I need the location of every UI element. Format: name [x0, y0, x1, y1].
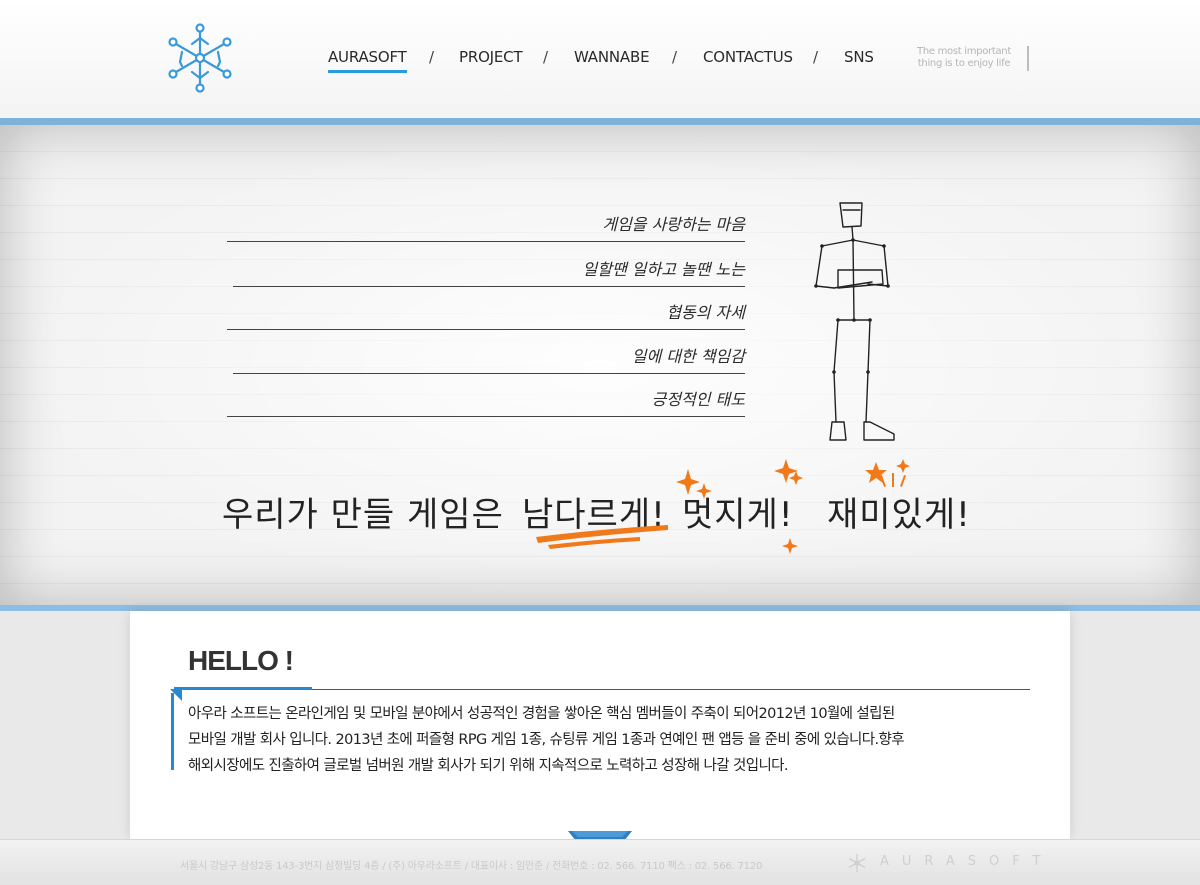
slogan-part-3: 멋지게!: [682, 495, 794, 535]
intro-section: HELLO ! 아우라 소프트는 온라인게임 및 모바일 분야에서 성공적인 경…: [130, 611, 1070, 839]
section-title: HELLO !: [188, 645, 294, 676]
slogan-part-4: 재미있게!: [827, 495, 971, 535]
footer-address: 서울시 강남구 삼성2동 143-3번지 삼정빌딩 4층 / (주) 아우라소프…: [180, 861, 763, 872]
burst-line: [900, 475, 906, 487]
site-footer: 서울시 강남구 삼성2동 143-3번지 삼정빌딩 4층 / (주) 아우라소프…: [0, 839, 1200, 885]
motto-item: 일할땐 일하고 놀땐 노는: [233, 257, 745, 287]
burst-line: [892, 473, 894, 487]
footer-brand: AURASOFT: [880, 854, 1054, 869]
sparkle-icon: [789, 471, 803, 485]
star-icon: [865, 462, 887, 483]
intro-line: 해외시장에도 진출하여 글로벌 넘버원 개발 회사가 되기 위해 지속적으로 노…: [188, 758, 789, 774]
hero-top-border: [0, 118, 1200, 125]
nav-separator: /: [543, 48, 549, 66]
nav-item-wannabe[interactable]: WANNABE: [574, 48, 650, 66]
slogan-part-1: 우리가 만들 게임은: [222, 495, 504, 535]
nav-item-project[interactable]: PROJECT: [459, 48, 523, 66]
slogan-part-2: 남다르게!: [522, 495, 666, 535]
sparkle-icon: [896, 459, 910, 473]
hero-banner: 게임을 사랑하는 마음 일할땐 일하고 놀땐 노는 협동의 자세 일에 대한 책…: [0, 125, 1200, 605]
slogan: 우리가 만들 게임은 남다르게! 멋지게! 재미있게!: [222, 487, 982, 547]
tagline-line-1: The most important: [917, 46, 1011, 57]
motto-item: 일에 대한 책임감: [233, 344, 745, 374]
nav-item-contactus[interactable]: CONTACTUS: [703, 48, 793, 66]
aurasoft-logo-icon[interactable]: [166, 22, 234, 94]
motto-item: 게임을 사랑하는 마음: [227, 212, 745, 242]
footer-logo-icon: [848, 854, 866, 872]
sparkle-icon: [774, 459, 798, 483]
stick-figure-illustration: [814, 202, 895, 441]
nav-item-aurasoft[interactable]: AURASOFT: [328, 48, 407, 73]
burst-line: [880, 475, 886, 487]
nav-item-sns[interactable]: SNS: [844, 48, 874, 66]
motto-item: 긍정적인 태도: [227, 387, 745, 417]
tagline: The most important thing is to enjoy lif…: [904, 46, 1024, 70]
tagline-line-2: thing is to enjoy life: [917, 58, 1011, 69]
intro-paragraph: 아우라 소프트는 온라인게임 및 모바일 분야에서 성공적인 경험을 쌓아온 핵…: [188, 701, 1048, 779]
intro-line: 아우라 소프트는 온라인게임 및 모바일 분야에서 성공적인 경험을 쌓아온 핵…: [188, 706, 895, 722]
intro-line: 모바일 개발 회사 입니다. 2013년 초에 퍼즐형 RPG 게임 1종, 슈…: [188, 732, 905, 748]
site-header: AURASOFT / PROJECT / WANNABE / CONTACTUS…: [0, 0, 1200, 118]
nav-separator: /: [813, 48, 819, 66]
title-accent-bar: [174, 687, 312, 690]
tagline-divider: [1027, 46, 1029, 71]
motto-item: 협동의 자세: [227, 300, 745, 330]
nav-separator: /: [672, 48, 678, 66]
paragraph-accent-bar: [171, 693, 174, 770]
nav-separator: /: [429, 48, 435, 66]
